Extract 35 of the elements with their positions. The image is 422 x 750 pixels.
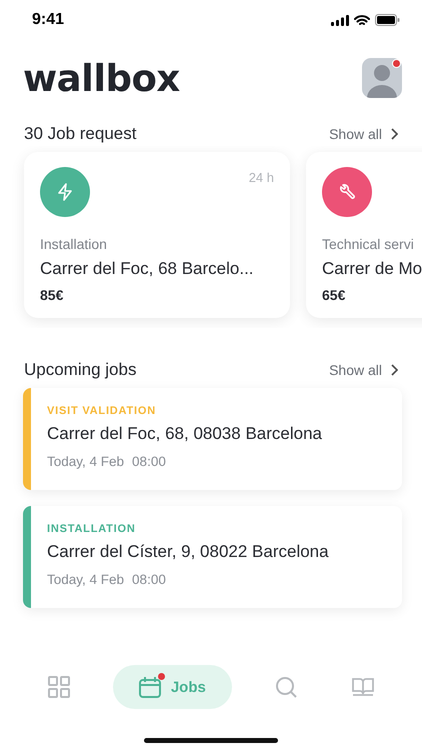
job-address: Carrer del Foc, 68 Barcelo... [40,259,255,279]
job-time: 08:00 [132,454,166,469]
battery-icon [375,14,400,26]
job-type: INSTALLATION [47,523,137,535]
section-title: Upcoming jobs [24,360,136,380]
show-all-link[interactable]: Show all [329,362,398,378]
grid-icon [48,676,70,698]
chevron-icon [390,364,398,376]
job-category: Technical servi [322,236,415,252]
time-label: 24 h [248,169,274,185]
job-price: 85€ [40,287,64,303]
signal-icon [331,14,349,26]
book-icon [352,676,374,698]
job-type: VISIT VALIDATION [47,405,157,417]
show-all-link[interactable]: Show all [329,126,398,142]
wifi-icon [354,14,370,26]
job-address: Carrer de Mo [322,259,422,279]
job-price: 65€ [322,287,346,303]
job-card[interactable]: VISIT VALIDATION Carrer del Foc, 68, 08038 Barcelona Today, 4 Feb 08:00 [23,388,402,490]
chevron-icon [390,128,398,140]
job-request-card[interactable]: 24 h Installation Carrer del Foc, 68 Barcelo... 85€ [24,152,290,318]
job-date: Today, 4 Feb [47,572,124,587]
search-icon [275,676,298,698]
status-time: 9:41 [32,11,64,29]
avatar[interactable] [362,58,402,98]
job-card[interactable]: INSTALLATION Carrer del Císter, 9, 08022 Barcelona Today, 4 Feb 08:00 [23,506,402,608]
section-title: 30 Job request [24,124,136,144]
calendar-icon [138,676,161,698]
job-category: Installation [40,236,108,252]
job-request-card[interactable]: Technical servi Carrer de Mo 65€ [306,152,422,318]
job-address: Carrer del Foc, 68, 08038 Barcelona [47,424,323,444]
wallbox-logo: wallbox [23,56,180,100]
job-address: Carrer del Císter, 9, 08022 Barcelona [47,542,330,562]
job-time: 08:00 [132,572,166,587]
job-date: Today, 4 Feb [47,454,124,469]
